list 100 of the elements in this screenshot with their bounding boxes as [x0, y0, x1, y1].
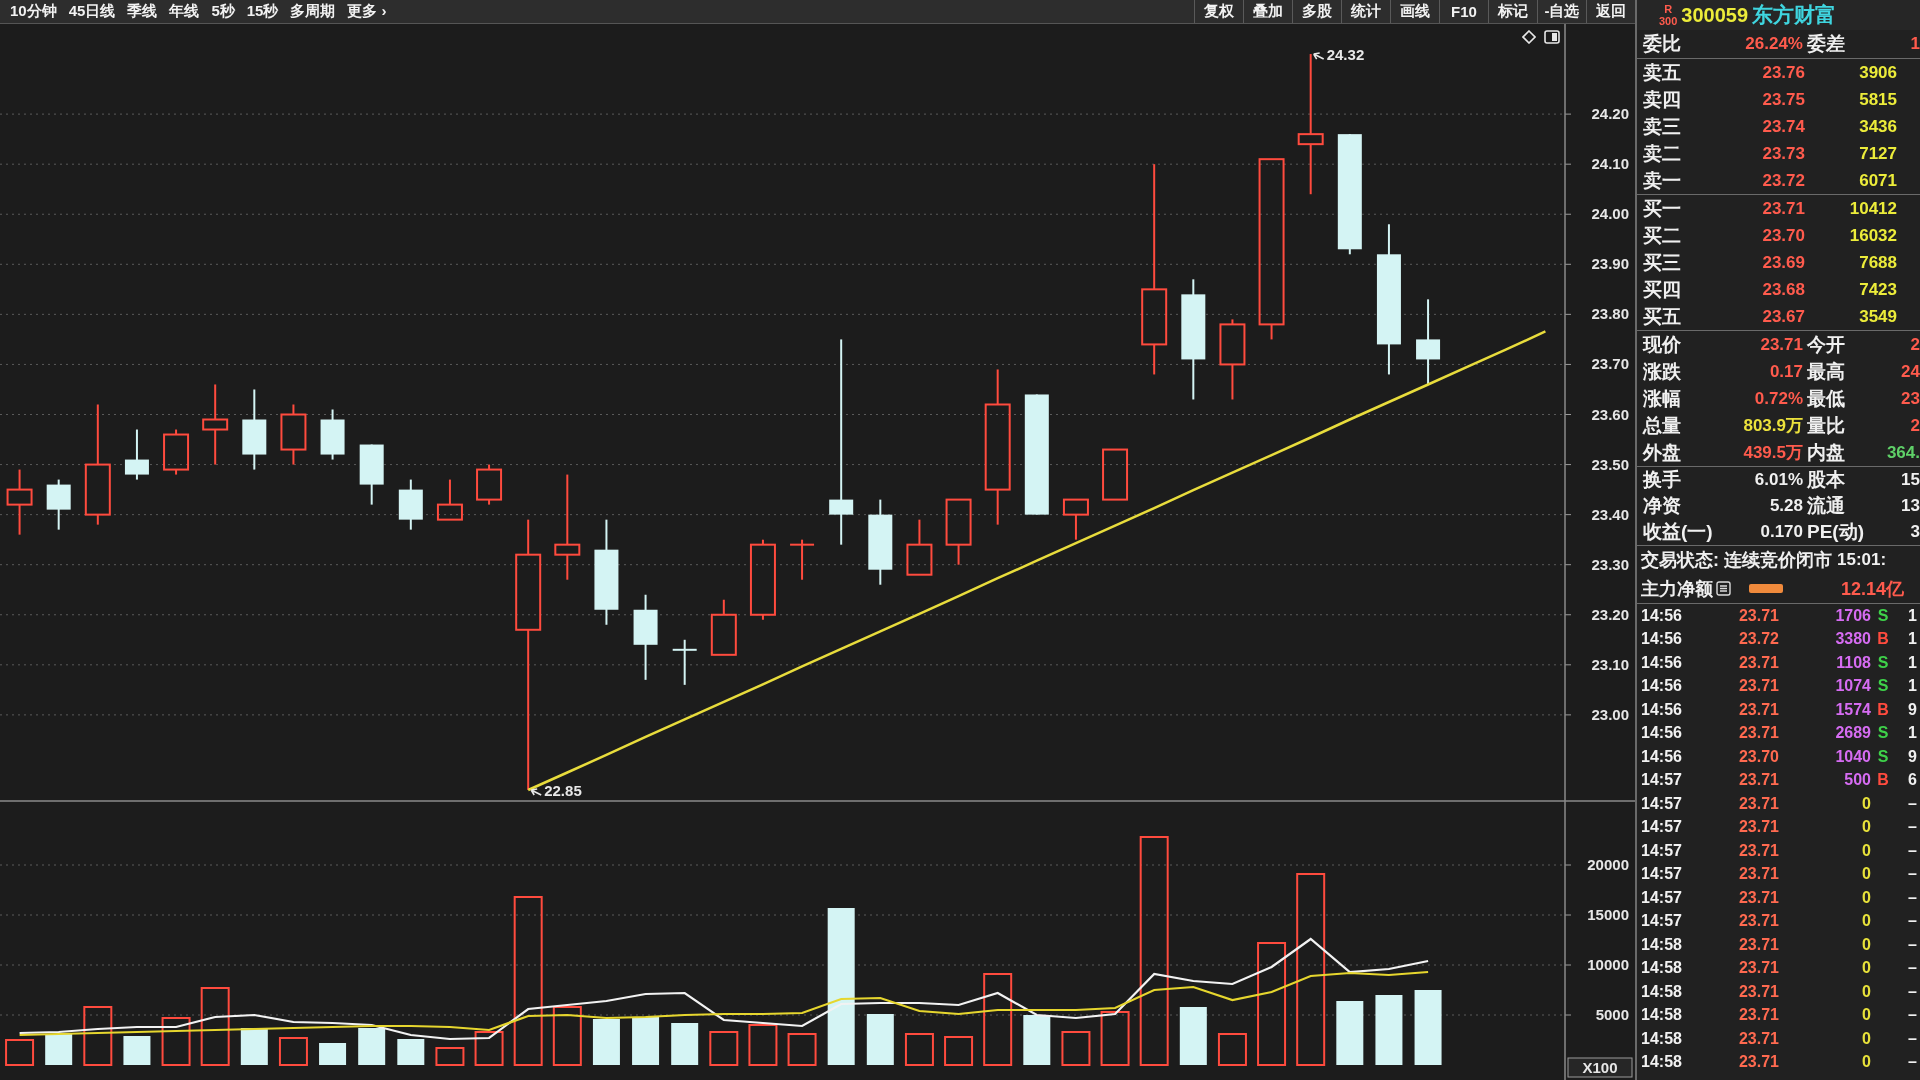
order-label: 买四 — [1642, 277, 1681, 302]
order-price: 23.70 — [1762, 225, 1805, 246]
toolbar-button[interactable]: 统计 — [1341, 0, 1390, 23]
trade-time: 14:58 — [1640, 1029, 1682, 1048]
stock-name: 东方财富 — [1752, 2, 1837, 28]
trade-time: 14:58 — [1640, 935, 1682, 954]
trade-extra: – — [1908, 935, 1918, 954]
field-value: 6.01% — [1754, 470, 1803, 490]
candlestick — [124, 428, 149, 481]
price-annotation: 24.32 — [1326, 46, 1365, 64]
trade-time: 14:57 — [1640, 771, 1682, 790]
trade-volume: 1574 — [1835, 700, 1871, 719]
trade-price: 23.71 — [1738, 841, 1779, 860]
trade-price: 23.71 — [1738, 888, 1779, 907]
trade-price: 23.71 — [1738, 653, 1779, 672]
field-value: 2 — [1910, 334, 1920, 355]
panel-toggle-icon[interactable] — [1544, 30, 1560, 44]
volume-bar — [5, 1039, 35, 1066]
trade-time: 14:57 — [1640, 865, 1682, 884]
trade-time: 14:56 — [1640, 700, 1682, 719]
axis-label: 24.00 — [1591, 205, 1629, 223]
toolbar-button[interactable]: -自选 — [1537, 0, 1586, 23]
order-price: 23.72 — [1762, 170, 1805, 191]
field-label: 内盘 — [1806, 440, 1845, 465]
trade-time: 14:56 — [1640, 747, 1682, 766]
trade-volume: 0 — [1862, 841, 1871, 860]
period-tab[interactable]: 年线 — [169, 2, 200, 21]
order-volume: 7127 — [1859, 143, 1897, 164]
trade-extra: 1 — [1908, 724, 1918, 743]
volume-bar — [1336, 1001, 1364, 1065]
field-label: 今开 — [1806, 332, 1845, 357]
trade-time: 14:57 — [1640, 841, 1682, 860]
volume-bar — [319, 1043, 347, 1065]
volume-bar — [748, 1024, 778, 1066]
toolbar-button[interactable]: F10 — [1439, 0, 1488, 23]
period-tab[interactable]: 更多 › — [347, 2, 387, 21]
trade-volume: 2689 — [1835, 724, 1871, 743]
volume-bar — [866, 1014, 894, 1065]
trade-price: 23.72 — [1738, 630, 1779, 649]
trade-extra: – — [1908, 1006, 1918, 1025]
trade-extra: – — [1908, 818, 1918, 837]
field-label: 外盘 — [1641, 440, 1681, 465]
trade-time: 14:56 — [1640, 724, 1682, 743]
volume-bar — [1217, 1033, 1247, 1066]
trade-time: 14:56 — [1640, 606, 1682, 625]
candlestick — [1102, 448, 1129, 501]
volume-bar — [592, 1019, 620, 1065]
trade-volume: 3380 — [1835, 630, 1871, 649]
trade-side: S — [1877, 606, 1889, 625]
list-icon[interactable] — [1716, 581, 1731, 596]
field-label: 净资 — [1642, 494, 1681, 518]
order-price: 23.74 — [1762, 116, 1805, 137]
period-tab[interactable]: 5秒 — [211, 2, 235, 21]
field-value: 1 — [1910, 34, 1920, 54]
toolbar-button[interactable]: 画线 — [1390, 0, 1439, 23]
period-tab[interactable]: 45日线 — [68, 2, 116, 21]
trade-price: 23.71 — [1738, 724, 1779, 743]
volume-bar — [1375, 995, 1403, 1065]
trade-extra: – — [1908, 959, 1918, 978]
diamond-icon[interactable] — [1522, 30, 1536, 44]
trade-volume: 0 — [1862, 865, 1871, 884]
trade-volume: 0 — [1862, 818, 1871, 837]
trade-volume: 0 — [1862, 912, 1871, 931]
field-label: 涨跌 — [1642, 359, 1681, 384]
toolbar-button[interactable]: 叠加 — [1243, 0, 1292, 23]
volume-bar — [278, 1037, 308, 1066]
trade-side: B — [1877, 700, 1889, 719]
field-value: 803.9万 — [1743, 415, 1803, 437]
period-tab[interactable]: 15秒 — [246, 2, 279, 21]
axis-label: 23.30 — [1591, 555, 1629, 573]
trade-volume: 0 — [1862, 982, 1871, 1001]
order-label: 卖三 — [1642, 114, 1681, 139]
toolbar-button[interactable]: 多股 — [1292, 0, 1341, 23]
board-label: R 300 — [1659, 3, 1678, 27]
toolbar-button[interactable]: 标记 — [1488, 0, 1537, 23]
axis-label: 5000 — [1595, 1006, 1629, 1023]
volume-bar — [83, 1006, 113, 1066]
order-label: 买一 — [1642, 196, 1681, 221]
trade-price: 23.71 — [1738, 935, 1779, 954]
field-label: 量比 — [1806, 413, 1845, 438]
field-value: 15 — [1901, 470, 1920, 490]
trade-extra: 1 — [1908, 606, 1918, 625]
bar-indicator-icon — [1749, 584, 1783, 593]
period-tab[interactable]: 多周期 — [290, 2, 336, 21]
field-label: PE(动) — [1806, 520, 1864, 544]
order-volume: 3436 — [1859, 116, 1897, 137]
period-tab[interactable]: 季线 — [127, 2, 158, 21]
toolbar-button[interactable]: 复权 — [1194, 0, 1243, 23]
axis-label: 23.50 — [1591, 455, 1629, 473]
trade-price: 23.71 — [1738, 771, 1779, 790]
field-value: 24 — [1901, 361, 1920, 382]
trade-volume: 1074 — [1835, 677, 1871, 696]
axis-label: 23.20 — [1591, 605, 1629, 623]
period-tab[interactable]: 10分钟 — [10, 2, 57, 21]
field-label: 股本 — [1806, 468, 1845, 492]
trade-price: 23.71 — [1738, 1029, 1779, 1048]
candlestick — [398, 478, 423, 531]
axis-label: 23.60 — [1591, 405, 1629, 423]
field-value: 13 — [1901, 496, 1920, 516]
trade-price: 23.71 — [1738, 1053, 1779, 1072]
